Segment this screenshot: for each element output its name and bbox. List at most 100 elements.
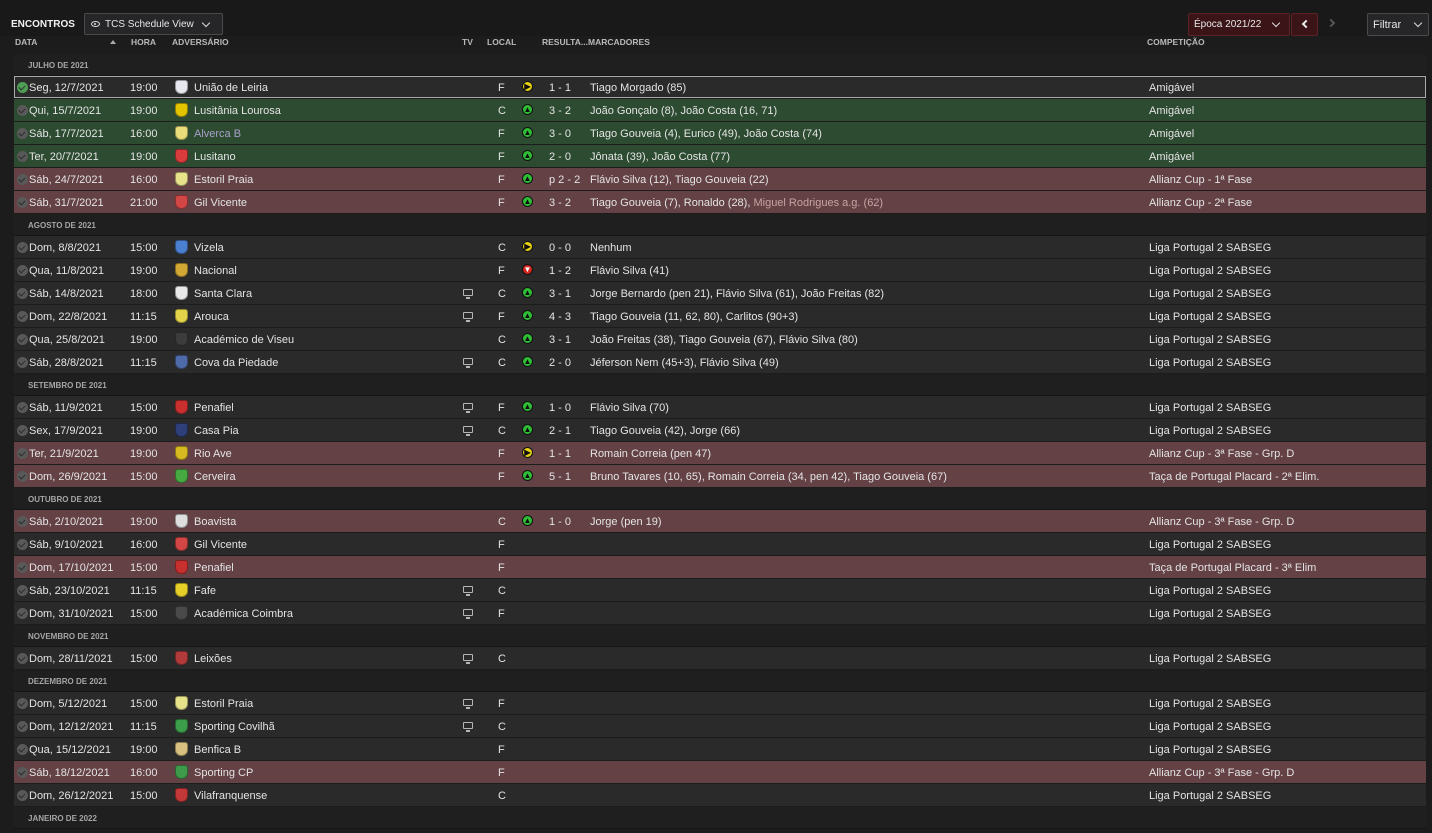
competition-link[interactable]: Liga Portugal 2 SABSEG bbox=[1149, 357, 1271, 369]
fixture-row[interactable]: Qua, 11/8/2021 19:00 Nacional F ▼ 1 - 2 Flávio… bbox=[14, 259, 1426, 281]
opponent-link[interactable]: Alverca B bbox=[194, 128, 241, 140]
filter-button[interactable]: Filtrar bbox=[1367, 13, 1429, 36]
fixture-row[interactable]: Seg, 12/7/2021 19:00 União de Leiria F ▶ 1 - … bbox=[14, 76, 1426, 98]
competition-link[interactable]: Liga Portugal 2 SABSEG bbox=[1149, 721, 1271, 733]
competition-link[interactable]: Liga Portugal 2 SABSEG bbox=[1149, 265, 1271, 277]
col-header-date[interactable]: DATA bbox=[15, 37, 37, 51]
competition-link[interactable]: Allianz Cup - 3ª Fase - Grp. D bbox=[1149, 516, 1294, 528]
opponent-link[interactable]: Casa Pia bbox=[194, 425, 239, 437]
opponent-link[interactable]: Cerveira bbox=[194, 471, 236, 483]
competition-link[interactable]: Liga Portugal 2 SABSEG bbox=[1149, 311, 1271, 323]
match-score[interactable]: 0 - 0 bbox=[549, 242, 571, 254]
fixture-row[interactable]: Sáb, 9/10/2021 16:00 Gil Vicente F Liga Port… bbox=[14, 533, 1426, 555]
fixture-row[interactable]: Sáb, 2/10/2021 19:00 Boavista C ▲ 1 - 0 Jorge … bbox=[14, 510, 1426, 532]
col-header-venue[interactable]: LOCAL bbox=[487, 37, 516, 51]
match-score[interactable]: 2 - 1 bbox=[549, 425, 571, 437]
opponent-link[interactable]: Gil Vicente bbox=[194, 539, 247, 551]
opponent-link[interactable]: Rio Ave bbox=[194, 448, 232, 460]
opponent-link[interactable]: Leixões bbox=[194, 653, 232, 665]
match-score[interactable]: 3 - 1 bbox=[549, 334, 571, 346]
competition-link[interactable]: Liga Portugal 2 SABSEG bbox=[1149, 698, 1271, 710]
fixture-row[interactable]: Dom, 17/10/2021 15:00 Penafiel F Taça de Por… bbox=[14, 556, 1426, 578]
fixture-row[interactable]: Qua, 25/8/2021 19:00 Académico de Viseu C ▲ 3… bbox=[14, 328, 1426, 350]
match-score[interactable]: 1 - 2 bbox=[549, 265, 571, 277]
opponent-link[interactable]: Lusitano bbox=[194, 151, 236, 163]
opponent-link[interactable]: Santa Clara bbox=[194, 288, 252, 300]
competition-link[interactable]: Amigável bbox=[1149, 151, 1194, 163]
col-header-result[interactable]: RESULTA... bbox=[542, 37, 588, 51]
fixture-row[interactable]: Sáb, 17/7/2021 16:00 Alverca B F ▲ 3 - 0 Tiago… bbox=[14, 122, 1426, 144]
fixture-row[interactable]: Ter, 21/9/2021 19:00 Rio Ave F ▶ 1 - 1 Romain … bbox=[14, 442, 1426, 464]
match-score[interactable]: p 2 - 2 bbox=[549, 174, 580, 186]
match-score[interactable]: 3 - 2 bbox=[549, 197, 571, 209]
opponent-link[interactable]: Sporting CP bbox=[194, 767, 253, 779]
competition-link[interactable]: Liga Portugal 2 SABSEG bbox=[1149, 334, 1271, 346]
opponent-link[interactable]: Benfica B bbox=[194, 744, 241, 756]
competition-link[interactable]: Liga Portugal 2 SABSEG bbox=[1149, 608, 1271, 620]
fixture-row[interactable]: Sáb, 31/7/2021 21:00 Gil Vicente F ▲ 3 - 2 Tia… bbox=[14, 191, 1426, 213]
fixture-row[interactable]: Sáb, 18/12/2021 16:00 Sporting CP F Allianz … bbox=[14, 761, 1426, 783]
next-season-button[interactable] bbox=[1320, 13, 1347, 36]
match-score[interactable]: 3 - 0 bbox=[549, 128, 571, 140]
fixture-row[interactable]: Dom, 22/8/2021 11:15 Arouca F ▲ 4 - 3 Tiago Go… bbox=[14, 305, 1426, 327]
match-score[interactable]: 2 - 0 bbox=[549, 151, 571, 163]
col-header-opponent[interactable]: ADVERSÁRIO bbox=[172, 37, 229, 51]
opponent-link[interactable]: Lusitânia Lourosa bbox=[194, 105, 281, 117]
fixture-row[interactable]: Sáb, 28/8/2021 11:15 Cova da Piedade C ▲ 2 - … bbox=[14, 351, 1426, 373]
opponent-link[interactable]: Académica Coimbra bbox=[194, 608, 293, 620]
fixture-row[interactable]: Sáb, 23/10/2021 11:15 Fafe C Liga Portugal 2… bbox=[14, 579, 1426, 601]
fixture-row[interactable]: Sáb, 24/7/2021 16:00 Estoril Praia F ▲ p 2 - … bbox=[14, 168, 1426, 190]
competition-link[interactable]: Liga Portugal 2 SABSEG bbox=[1149, 425, 1271, 437]
fixture-row[interactable]: Ter, 20/7/2021 19:00 Lusitano F ▲ 2 - 0 Jônata… bbox=[14, 145, 1426, 167]
fixture-row[interactable]: Sáb, 11/9/2021 15:00 Penafiel F ▲ 1 - 0 Flávio… bbox=[14, 396, 1426, 418]
season-selector[interactable]: Época 2021/22 bbox=[1188, 13, 1290, 36]
opponent-link[interactable]: União de Leiria bbox=[194, 82, 268, 94]
opponent-link[interactable]: Vizela bbox=[194, 242, 224, 254]
competition-link[interactable]: Amigável bbox=[1149, 128, 1194, 140]
match-score[interactable]: 4 - 3 bbox=[549, 311, 571, 323]
match-score[interactable]: 3 - 1 bbox=[549, 288, 571, 300]
competition-link[interactable]: Allianz Cup - 3ª Fase - Grp. D bbox=[1149, 448, 1294, 460]
competition-link[interactable]: Allianz Cup - 2ª Fase bbox=[1149, 197, 1252, 209]
competition-link[interactable]: Liga Portugal 2 SABSEG bbox=[1149, 744, 1271, 756]
opponent-link[interactable]: Académico de Viseu bbox=[194, 334, 294, 346]
col-header-tv[interactable]: TV bbox=[462, 37, 473, 51]
competition-link[interactable]: Liga Portugal 2 SABSEG bbox=[1149, 402, 1271, 414]
match-score[interactable]: 1 - 0 bbox=[549, 402, 571, 414]
competition-link[interactable]: Allianz Cup - 1ª Fase bbox=[1149, 174, 1252, 186]
competition-link[interactable]: Allianz Cup - 3ª Fase - Grp. D bbox=[1149, 767, 1294, 779]
fixture-row[interactable]: Qua, 15/12/2021 19:00 Benfica B F Liga Portu… bbox=[14, 738, 1426, 760]
competition-link[interactable]: Liga Portugal 2 SABSEG bbox=[1149, 653, 1271, 665]
match-score[interactable]: 2 - 0 bbox=[549, 357, 571, 369]
fixture-row[interactable]: Dom, 26/12/2021 15:00 Vilafranquense C Liga … bbox=[14, 784, 1426, 806]
match-score[interactable]: 3 - 2 bbox=[549, 105, 571, 117]
fixture-row[interactable]: Dom, 31/10/2021 15:00 Académica Coimbra F Li… bbox=[14, 602, 1426, 624]
match-score[interactable]: 5 - 1 bbox=[549, 471, 571, 483]
fixture-row[interactable]: Dom, 26/9/2021 15:00 Cerveira F ▲ 5 - 1 Bruno … bbox=[14, 465, 1426, 487]
competition-link[interactable]: Amigável bbox=[1149, 105, 1194, 117]
fixture-row[interactable]: Dom, 5/12/2021 15:00 Estoril Praia F Liga Po… bbox=[14, 692, 1426, 714]
competition-link[interactable]: Amigável bbox=[1149, 82, 1194, 94]
opponent-link[interactable]: Cova da Piedade bbox=[194, 357, 278, 369]
competition-link[interactable]: Liga Portugal 2 SABSEG bbox=[1149, 288, 1271, 300]
opponent-link[interactable]: Penafiel bbox=[194, 562, 234, 574]
view-selector[interactable]: TCS Schedule View bbox=[84, 13, 223, 35]
opponent-link[interactable]: Estoril Praia bbox=[194, 698, 253, 710]
col-header-time[interactable]: HORA bbox=[131, 37, 156, 51]
competition-link[interactable]: Liga Portugal 2 SABSEG bbox=[1149, 539, 1271, 551]
competition-link[interactable]: Liga Portugal 2 SABSEG bbox=[1149, 242, 1271, 254]
match-score[interactable]: 1 - 0 bbox=[549, 516, 571, 528]
fixture-row[interactable]: Dom, 28/11/2021 15:00 Leixões C Liga Portuga… bbox=[14, 647, 1426, 669]
opponent-link[interactable]: Boavista bbox=[194, 516, 236, 528]
fixture-row[interactable]: Dom, 12/12/2021 11:15 Sporting Covilhã C Lig… bbox=[14, 715, 1426, 737]
col-header-competition[interactable]: COMPETIÇÃO bbox=[1147, 37, 1205, 51]
fixture-row[interactable]: Dom, 8/8/2021 15:00 Vizela C ▶ 0 - 0 Nenhum Lig… bbox=[14, 236, 1426, 258]
match-score[interactable]: 1 - 1 bbox=[549, 82, 571, 94]
fixture-row[interactable]: Sáb, 14/8/2021 18:00 Santa Clara C ▲ 3 - 1 Jor… bbox=[14, 282, 1426, 304]
previous-season-button[interactable] bbox=[1291, 13, 1318, 36]
col-header-scorers[interactable]: MARCADORES bbox=[588, 37, 650, 51]
opponent-link[interactable]: Arouca bbox=[194, 311, 229, 323]
opponent-link[interactable]: Estoril Praia bbox=[194, 174, 253, 186]
competition-link[interactable]: Taça de Portugal Placard - 3ª Elim bbox=[1149, 562, 1316, 574]
fixture-row[interactable]: Qui, 15/7/2021 19:00 Lusitânia Lourosa C ▲ 3 … bbox=[14, 99, 1426, 121]
